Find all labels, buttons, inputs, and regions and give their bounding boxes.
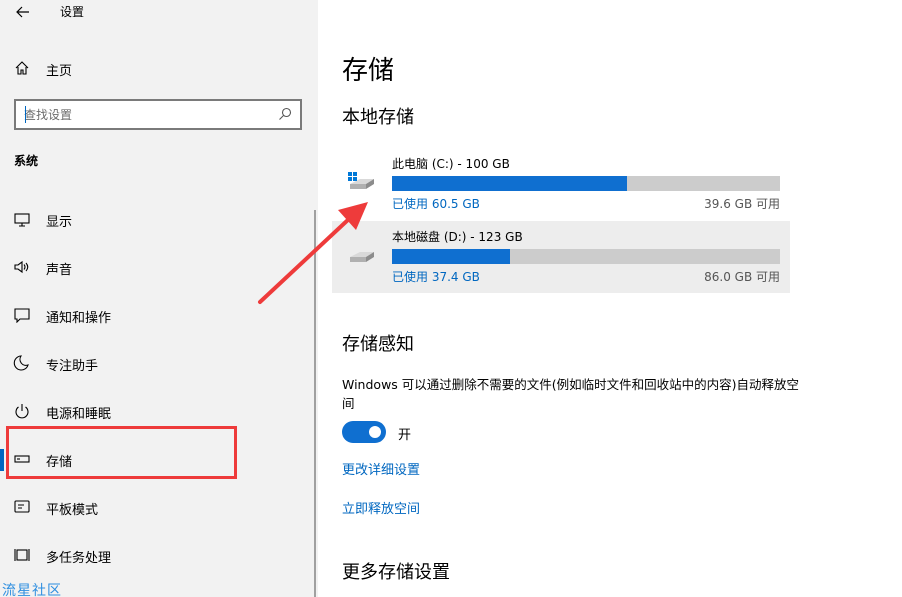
search-box[interactable] [14, 99, 302, 130]
sidebar-item-storage[interactable]: 存储 [0, 440, 318, 478]
storage-sense-description: Windows 可以通过删除不需要的文件(例如临时文件和回收站中的内容)自动释放… [342, 377, 800, 411]
sidebar-item-focus-assist[interactable]: 专注助手 [0, 344, 318, 382]
message-icon [14, 308, 30, 323]
sidebar-item-display[interactable]: 显示 [0, 200, 318, 238]
storage-sense-heading: 存储感知 [342, 334, 414, 355]
sidebar-item-label: 专注助手 [46, 359, 99, 374]
usage-bar [392, 176, 780, 191]
drive-name: 本地磁盘 (D:) - 123 GB [392, 230, 523, 244]
change-settings-link[interactable]: 更改详细设置 [342, 459, 420, 478]
settings-window: 设置 主页 系统 显示 声音 通知和操作 专注助手 电源 [0, 0, 902, 597]
usage-bar-fill [392, 249, 510, 264]
used-space: 已使用 60.5 GB [392, 197, 480, 211]
speaker-icon [14, 260, 29, 274]
toggle-knob [369, 426, 381, 438]
storage-sense-toggle[interactable] [342, 421, 386, 443]
back-button[interactable] [10, 0, 36, 24]
used-space: 已使用 37.4 GB [392, 270, 480, 284]
drive-item-c[interactable]: 此电脑 (C:) - 100 GB 已使用 60.5 GB 39.6 GB 可用 [332, 148, 790, 220]
local-storage-heading: 本地存储 [342, 107, 414, 128]
back-arrow-icon [16, 6, 29, 18]
sidebar-item-label: 多任务处理 [46, 551, 112, 566]
sidebar-item-label: 存储 [46, 455, 73, 470]
search-input[interactable] [24, 106, 274, 124]
main-content: 存储 本地存储 此电脑 (C:) - 100 GB 已使用 60.5 GB 39… [318, 0, 902, 597]
storage-icon [14, 455, 30, 463]
drive-name: 此电脑 (C:) - 100 GB [392, 157, 510, 171]
text-caret [25, 106, 26, 123]
usage-bar-fill [392, 176, 627, 191]
monitor-icon [14, 213, 30, 227]
sidebar-scrollbar[interactable] [314, 210, 316, 597]
moon-icon [13, 355, 29, 371]
sidebar-item-multitasking[interactable]: 多任务处理 [0, 536, 318, 574]
sidebar-item-label: 电源和睡眠 [46, 407, 112, 422]
sidebar-item-label: 通知和操作 [46, 311, 112, 326]
sidebar-item-label: 声音 [46, 263, 73, 278]
local-drive-icon [350, 252, 374, 262]
free-space: 39.6 GB 可用 [704, 197, 780, 211]
sidebar-item-label: 显示 [46, 215, 73, 230]
window-title: 设置 [60, 5, 85, 19]
free-space: 86.0 GB 可用 [704, 270, 780, 284]
search-icon[interactable] [278, 107, 292, 121]
watermark: 流星社区 [2, 583, 62, 597]
sidebar: 设置 主页 系统 显示 声音 通知和操作 专注助手 电源 [0, 0, 318, 597]
sidebar-item-sound[interactable]: 声音 [0, 248, 318, 286]
sidebar-item-notifications[interactable]: 通知和操作 [0, 296, 318, 334]
sidebar-item-tablet-mode[interactable]: 平板模式 [0, 488, 318, 526]
section-heading-system: 系统 [14, 154, 39, 168]
power-icon [15, 404, 29, 419]
free-space-now-link[interactable]: 立即释放空间 [342, 498, 420, 517]
usage-bar [392, 249, 780, 264]
multitask-icon [14, 549, 30, 561]
sidebar-item-power-sleep[interactable]: 电源和睡眠 [0, 392, 318, 430]
sidebar-item-label: 平板模式 [46, 503, 99, 518]
home-icon [15, 61, 29, 75]
sidebar-item-label: 主页 [46, 64, 73, 79]
more-storage-settings-heading: 更多存储设置 [342, 562, 450, 583]
page-title: 存储 [342, 56, 395, 86]
toggle-state-label: 开 [398, 428, 412, 443]
system-drive-icon [348, 172, 374, 189]
drive-item-d[interactable]: 本地磁盘 (D:) - 123 GB 已使用 37.4 GB 86.0 GB 可… [332, 221, 790, 293]
sidebar-item-home[interactable]: 主页 [0, 52, 318, 84]
tablet-icon [14, 500, 30, 513]
